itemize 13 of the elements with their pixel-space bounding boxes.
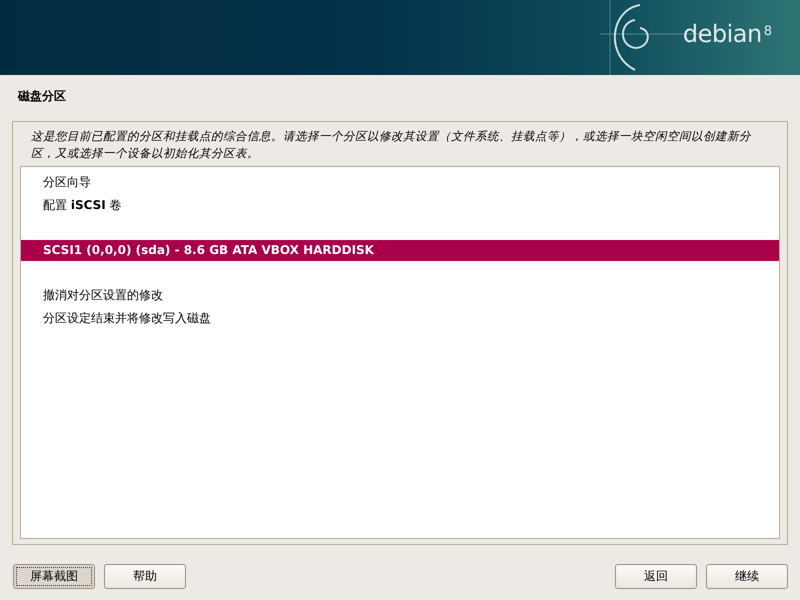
list-item[interactable]: SCSI1 (0,0,0) (sda) - 8.6 GB ATA VBOX HARDDISK	[21, 240, 779, 261]
list-item[interactable]: 配置 iSCSI 卷	[21, 194, 779, 217]
logo-text: debian	[682, 20, 762, 48]
dialog-button[interactable]: 帮助	[104, 564, 186, 589]
dialog-button[interactable]: 返回	[615, 564, 697, 589]
list-item[interactable]: 分区向导	[21, 171, 779, 194]
description-text: 这是您目前已配置的分区和挂载点的综合信息。请选择一个分区以修改其设置（文件系统、挂载点等），或选择一块空闲空间以创建新分区，又或选择一个设备以初始化其分区表。	[30, 128, 752, 162]
dialog-button[interactable]: 屏幕截图	[13, 564, 95, 589]
dialog-button[interactable]: 继续	[706, 564, 788, 589]
list-item[interactable]: 撤消对分区设置的修改	[21, 284, 779, 307]
page-title: 磁盘分区	[16, 88, 67, 105]
logo-version: 8	[764, 24, 772, 38]
list-item[interactable]: 分区设定结束并将修改写入磁盘	[21, 307, 779, 330]
